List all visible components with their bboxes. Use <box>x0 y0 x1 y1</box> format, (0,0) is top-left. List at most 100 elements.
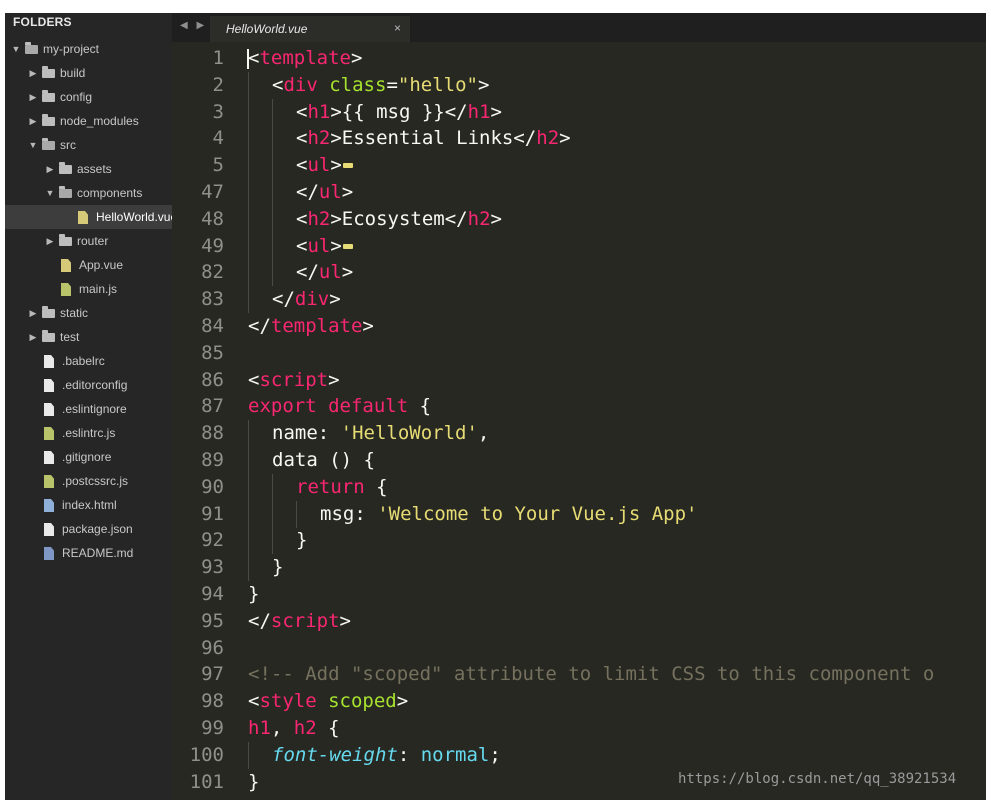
disclosure-open-icon[interactable]: ▼ <box>11 37 21 61</box>
folder-icon <box>42 66 55 78</box>
disclosure-closed-icon[interactable]: ▶ <box>45 157 55 181</box>
folder-item[interactable]: ▶ assets <box>5 157 172 181</box>
code-token: "hello" <box>397 73 478 96</box>
file-icon <box>44 499 54 512</box>
fold-marker-icon[interactable] <box>342 163 353 169</box>
tree-item-label: config <box>60 90 93 104</box>
code-token: h1 <box>248 717 271 739</box>
folder-item[interactable]: ▶ config <box>5 85 172 109</box>
code-token: default <box>328 395 409 418</box>
code-token: > <box>350 47 363 69</box>
folder-item[interactable]: ▼ my-project <box>5 37 172 61</box>
file-item[interactable]: .gitignore <box>5 445 172 469</box>
code-token: h2 <box>307 207 331 230</box>
code-token: div <box>283 73 318 96</box>
code-text: <h2>Ecosystem</h2> <box>296 206 502 233</box>
code-line: 92} <box>172 527 986 555</box>
sidebar-header: FOLDERS <box>13 15 72 29</box>
code-token: > <box>396 690 409 713</box>
file-item[interactable]: .editorconfig <box>5 373 172 397</box>
code-token: </ <box>296 181 319 203</box>
tree-item-label: package.json <box>62 522 133 536</box>
disclosure-open-icon[interactable]: ▼ <box>28 133 38 157</box>
folder-item[interactable]: ▶ static <box>5 301 172 325</box>
file-item[interactable]: .eslintrc.js <box>5 421 172 445</box>
code-line: 93} <box>172 554 986 582</box>
folder-item[interactable]: ▼ src <box>5 133 172 157</box>
code-text: font-weight: normal; <box>272 742 501 769</box>
text-cursor <box>247 49 249 69</box>
code-token: < <box>296 154 308 177</box>
tree-item-label: router <box>77 234 109 248</box>
folder-icon <box>42 90 55 102</box>
line-number: 47 <box>201 181 224 203</box>
code-line: 1 <template> <box>172 45 986 72</box>
folder-item[interactable]: ▶ build <box>5 61 172 85</box>
code-line: 84 </template> <box>172 313 986 340</box>
line-number: 96 <box>201 636 224 659</box>
disclosure-closed-icon[interactable]: ▶ <box>28 301 38 325</box>
file-item[interactable]: .postcssrc.js <box>5 469 172 493</box>
file-item[interactable]: package.json <box>5 517 172 541</box>
folder-item[interactable]: ▼ components <box>5 181 172 205</box>
code-token: < <box>248 368 260 391</box>
code-token: < <box>296 234 308 257</box>
code-line: 89 data () { <box>172 447 986 474</box>
file-item[interactable]: App.vue <box>5 253 172 277</box>
code-token: export <box>248 395 317 418</box>
code-token: > <box>477 73 490 96</box>
code-token: > <box>559 127 571 150</box>
file-item[interactable]: main.js <box>5 277 172 301</box>
disclosure-closed-icon[interactable]: ▶ <box>28 61 38 85</box>
disclosure-open-icon[interactable]: ▼ <box>45 181 55 205</box>
code-token: > <box>490 100 502 123</box>
folder-item[interactable]: ▶ node_modules <box>5 109 172 133</box>
disclosure-closed-icon[interactable]: ▶ <box>28 85 38 109</box>
file-icon <box>61 259 71 272</box>
code-token: > <box>330 234 342 257</box>
tab-nav-arrows-icon[interactable]: ◀ ▶ <box>180 20 207 31</box>
folder-item[interactable]: ▶ test <box>5 325 172 349</box>
code-token: name: <box>272 422 341 445</box>
indent-guide <box>272 473 273 501</box>
folder-item[interactable]: ▶ router <box>5 229 172 253</box>
line-number: 90 <box>201 475 224 498</box>
code-editor[interactable]: 1 <template> 2 <div class="hello"> 3 <h1>{{ m… <box>172 42 986 800</box>
code-token: normal <box>420 743 490 766</box>
code-text: msg: 'Welcome to Your Vue.js App' <box>320 501 698 528</box>
disclosure-closed-icon[interactable]: ▶ <box>28 325 38 349</box>
file-item[interactable]: HelloWorld.vue <box>5 205 172 229</box>
disclosure-closed-icon[interactable]: ▶ <box>45 229 55 253</box>
file-icon <box>44 355 54 368</box>
code-line: 49 <ul> <box>172 232 986 260</box>
code-token: < <box>296 207 308 230</box>
code-text: data () { <box>272 447 375 474</box>
code-text: } <box>296 527 307 554</box>
code-token: h2 <box>536 127 560 150</box>
tree-item-label: .eslintignore <box>62 402 127 416</box>
code-token: > <box>341 181 354 203</box>
line-number: 93 <box>201 556 224 579</box>
line-number: 88 <box>201 422 224 445</box>
code-token: } <box>248 770 260 793</box>
code-text: } <box>248 769 259 796</box>
tab-helloworld-vue[interactable]: HelloWorld.vue × <box>210 16 410 42</box>
code-line: 90 return { <box>172 473 986 501</box>
disclosure-closed-icon[interactable]: ▶ <box>28 109 38 133</box>
file-item[interactable]: .eslintignore <box>5 397 172 421</box>
code-token: , <box>270 717 294 739</box>
folder-open-icon <box>59 186 72 198</box>
code-line: 82 </ul> <box>172 259 986 287</box>
code-token: < <box>296 100 308 123</box>
file-icon <box>44 379 54 392</box>
code-line: 86 <script> <box>172 367 986 394</box>
code-token: { <box>364 475 388 498</box>
file-item[interactable]: README.md <box>5 541 172 565</box>
file-item[interactable]: index.html <box>5 493 172 517</box>
tree-item-label: components <box>77 186 143 200</box>
file-item[interactable]: .babelrc <box>5 349 172 373</box>
line-number: 4 <box>212 127 224 150</box>
line-number: 5 <box>212 154 224 177</box>
fold-marker-icon[interactable] <box>342 243 353 249</box>
close-icon[interactable]: × <box>394 21 401 35</box>
